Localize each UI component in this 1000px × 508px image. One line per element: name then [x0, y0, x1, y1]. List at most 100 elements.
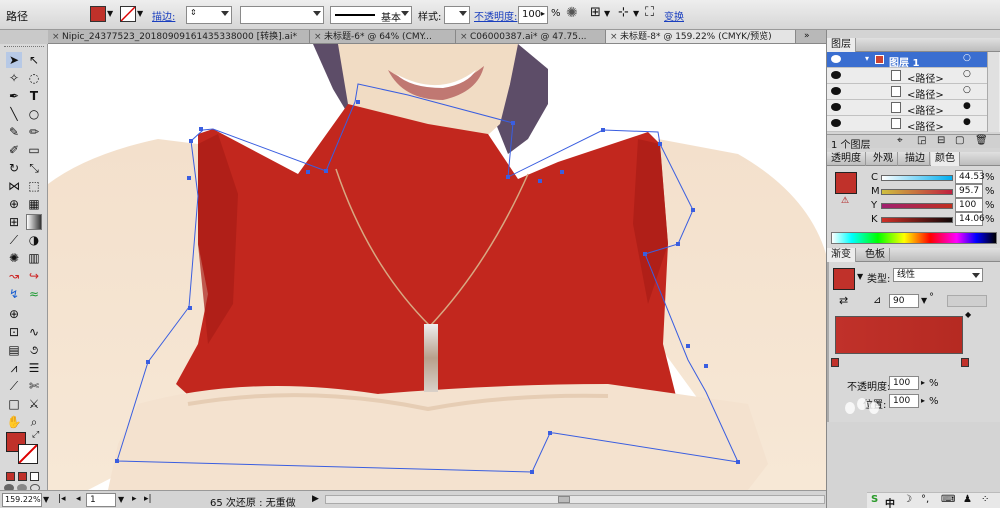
eye-icon[interactable]: [831, 55, 841, 63]
target-icon[interactable]: ○: [963, 53, 971, 63]
hand-tool-icon[interactable]: ✋: [6, 414, 22, 430]
out-of-gamut-icon[interactable]: ⚠: [841, 196, 849, 206]
close-icon[interactable]: ×: [460, 30, 468, 43]
shape-builder-icon[interactable]: ⊕: [6, 196, 22, 212]
expand-triangle-icon[interactable]: ▾: [865, 54, 869, 63]
layer-row[interactable]: ▾ 图层 1 ○: [827, 52, 987, 69]
reverse-gradient-icon[interactable]: ⇄: [839, 294, 848, 307]
channel-field[interactable]: 14.06: [955, 212, 985, 226]
perspective-grid-icon[interactable]: ▦: [26, 196, 42, 212]
angle-dropdown[interactable]: ▼: [921, 296, 927, 305]
tab-stroke[interactable]: 描边: [901, 152, 930, 166]
line-tool-icon[interactable]: ╲: [6, 106, 22, 122]
artboard-tool-icon[interactable]: ⊡: [6, 324, 22, 340]
scale-tool-icon[interactable]: ⤡: [26, 160, 42, 176]
aspect-ratio-field[interactable]: [947, 295, 987, 307]
transform-select-icon[interactable]: ⊹: [618, 5, 629, 20]
target-icon[interactable]: ●: [963, 101, 971, 111]
close-icon[interactable]: ×: [52, 30, 60, 43]
eraser-icon[interactable]: ▭: [26, 142, 42, 158]
zoom-dropdown[interactable]: ▼: [43, 495, 49, 504]
stop-opacity-field[interactable]: 100: [889, 376, 919, 390]
close-icon[interactable]: ×: [610, 30, 618, 43]
gradient-type-select[interactable]: 线性: [893, 268, 983, 282]
column-graph-icon[interactable]: ▥: [26, 250, 42, 266]
locate-object-icon[interactable]: ⌖: [897, 135, 903, 146]
channel-slider[interactable]: [881, 203, 953, 209]
gradient-preview-swatch[interactable]: [833, 268, 855, 290]
trash-icon[interactable]: 🗑: [975, 135, 988, 146]
make-clipping-mask-icon[interactable]: ◲: [917, 135, 926, 146]
close-icon[interactable]: ×: [314, 30, 322, 43]
horizontal-scrollbar[interactable]: [325, 495, 825, 504]
target-tool-icon[interactable]: ⊕: [6, 306, 22, 322]
zoom-field[interactable]: 159.22%: [2, 493, 42, 507]
ime-mode-text[interactable]: 中: [885, 495, 895, 508]
color-mode-button[interactable]: [6, 472, 15, 481]
eye-icon[interactable]: [831, 71, 841, 79]
stop-position-field[interactable]: 100: [889, 394, 919, 408]
eyedropper-icon[interactable]: ⟋: [6, 232, 22, 248]
stroke-weight-field[interactable]: ⇕: [186, 6, 232, 24]
channel-field[interactable]: 95.7: [955, 184, 983, 198]
scissors-tool-icon[interactable]: ✄: [26, 378, 42, 394]
transform-link[interactable]: 变换: [664, 8, 684, 23]
next-artboard-button[interactable]: ▸: [132, 494, 137, 504]
tab-color[interactable]: 颜色: [931, 152, 960, 166]
ime-punct-icon[interactable]: °,: [921, 494, 929, 505]
list-tool-icon[interactable]: ☰: [26, 360, 42, 376]
recolor-icon[interactable]: ✺: [566, 5, 578, 21]
blue-curve-tool-icon[interactable]: ↯: [6, 286, 22, 302]
brush-definition[interactable]: 基本: [330, 6, 412, 24]
knife-tool-icon[interactable]: ⚔: [26, 396, 42, 412]
artboard-dropdown[interactable]: ▼: [118, 495, 124, 504]
status-menu-arrow[interactable]: ▶: [312, 494, 319, 504]
green-wave-tool-icon[interactable]: ≈: [26, 286, 42, 302]
gradient-tool-icon[interactable]: [26, 214, 42, 230]
transform-dropdown[interactable]: ▼: [633, 9, 639, 18]
prev-artboard-button[interactable]: ◂: [76, 494, 81, 504]
gradient-stop-right[interactable]: [961, 358, 969, 367]
channel-slider[interactable]: [881, 217, 953, 223]
artboard-number-field[interactable]: 1: [86, 493, 116, 507]
tab-layers[interactable]: 图层: [827, 38, 856, 52]
tab-document-3[interactable]: × C06000387.ai* @ 47.75...: [456, 30, 606, 43]
tab-document-1[interactable]: × Nipic_24377523_20180909161435338000 [转换…: [48, 30, 310, 43]
tab-transparency[interactable]: 透明度: [827, 152, 866, 166]
swirl-tool-icon[interactable]: ૭: [26, 342, 42, 358]
ime-moon-icon[interactable]: ☽: [903, 494, 912, 505]
tab-overflow-icon[interactable]: »: [804, 31, 810, 41]
align-icon[interactable]: ⊞: [590, 5, 601, 20]
gradient-mode-button[interactable]: [18, 472, 27, 481]
red-arc-tool-icon[interactable]: ↪: [26, 268, 42, 284]
lasso-icon[interactable]: ◌: [26, 70, 42, 86]
gradient-dropdown[interactable]: ▼: [857, 272, 863, 281]
gradient-midpoint-icon[interactable]: ◆: [965, 310, 971, 319]
stroke-none-box[interactable]: [18, 444, 38, 464]
align-dropdown[interactable]: ▼: [604, 9, 610, 18]
ime-user-icon[interactable]: ♟: [963, 494, 972, 505]
pencil-icon[interactable]: ✏: [26, 124, 42, 140]
rotate-tool-icon[interactable]: ↻: [6, 160, 22, 176]
gradient-ramp[interactable]: [835, 316, 963, 354]
opacity-dropdown[interactable]: ▸: [541, 9, 545, 18]
tab-document-4[interactable]: × 未标题-8* @ 159.22% (CMYK/预览): [606, 30, 796, 43]
slice-tool-icon[interactable]: ⟋: [6, 378, 22, 394]
rectangle-tool-icon[interactable]: □: [6, 396, 22, 412]
last-artboard-button[interactable]: ▸|: [144, 494, 152, 504]
eye-icon[interactable]: [831, 87, 841, 95]
stroke-weight-link[interactable]: 描边:: [152, 8, 175, 23]
none-mode-button[interactable]: [30, 472, 39, 481]
tab-gradient[interactable]: 渐变: [827, 248, 856, 262]
graphic-style-swatch[interactable]: [444, 6, 470, 24]
fill-dropdown[interactable]: ▼: [107, 9, 117, 21]
gradient-stop-left[interactable]: [831, 358, 839, 367]
ime-keyboard-icon[interactable]: ⌨: [941, 494, 955, 505]
variable-width-profile[interactable]: [240, 6, 324, 24]
paintbrush-icon[interactable]: ✎: [6, 124, 22, 140]
zigzag-tool-icon[interactable]: ⩘: [6, 360, 22, 376]
target-icon[interactable]: ○: [963, 85, 971, 95]
target-icon[interactable]: ○: [963, 69, 971, 79]
width-tool-icon[interactable]: ⋈: [6, 178, 22, 194]
color-spectrum-bar[interactable]: [831, 232, 997, 244]
